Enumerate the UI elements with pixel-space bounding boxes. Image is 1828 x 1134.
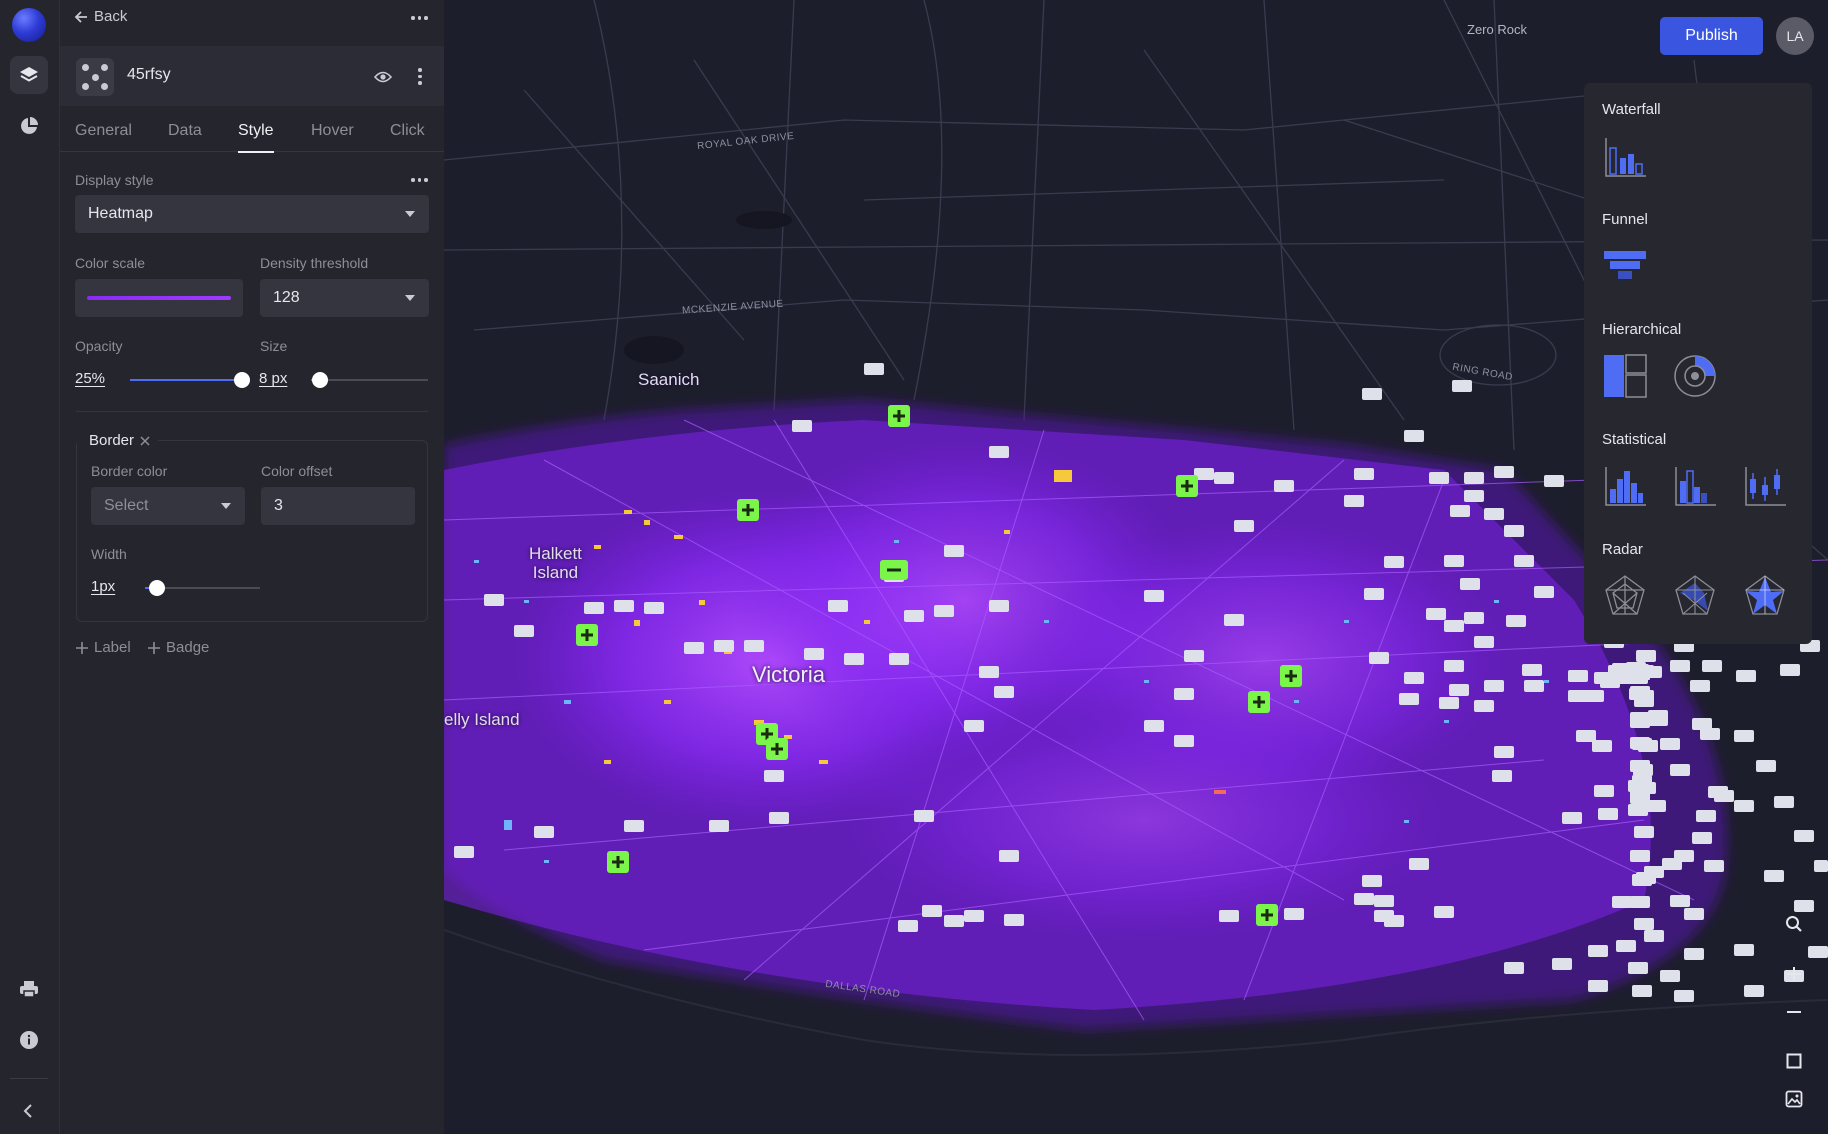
border-section: Border Border color Select Color offset …	[76, 432, 428, 622]
display-style-label: Display style	[75, 172, 154, 188]
width-slider-knob[interactable]	[148, 580, 165, 596]
border-color-select[interactable]: Select	[91, 487, 245, 525]
histogram-icon[interactable]	[1602, 463, 1648, 509]
opacity-value[interactable]: 25%	[75, 370, 105, 387]
color-scale-swatch	[87, 296, 231, 300]
radar-star-icon[interactable]	[1742, 573, 1788, 619]
zoom-out-icon[interactable]	[1775, 993, 1813, 1031]
display-style-more-icon[interactable]	[411, 178, 428, 182]
density-threshold-label: Density threshold	[260, 255, 369, 271]
close-icon[interactable]	[140, 435, 150, 446]
width-slider[interactable]	[145, 580, 260, 596]
color-scale-picker[interactable]	[75, 279, 243, 317]
add-label-text: Label	[94, 639, 131, 656]
size-slider-knob[interactable]	[312, 372, 329, 388]
left-rail	[0, 0, 60, 1134]
zoom-in-icon[interactable]	[1775, 955, 1813, 993]
layers-icon[interactable]	[10, 56, 48, 94]
layer-more-icon[interactable]	[418, 68, 422, 85]
info-icon[interactable]	[10, 1021, 48, 1059]
tab-data[interactable]: Data	[168, 122, 202, 140]
eye-icon[interactable]	[374, 70, 392, 84]
app-logo[interactable]	[12, 8, 46, 42]
chart-pie-icon[interactable]	[10, 107, 48, 145]
color-offset-input[interactable]: 3	[261, 487, 415, 525]
opacity-slider[interactable]	[130, 372, 250, 388]
color-offset-label: Color offset	[261, 463, 333, 479]
add-badge-button[interactable]: Badge	[148, 639, 209, 656]
tab-general[interactable]: General	[75, 122, 132, 140]
size-label: Size	[260, 338, 288, 354]
map-label-halkett-island: Halkett Island	[529, 544, 582, 582]
map-label-saanich: Saanich	[638, 370, 700, 389]
chart-group-statistical-title: Statistical	[1602, 431, 1667, 448]
color-offset-value: 3	[274, 497, 283, 514]
collapse-chevron-icon[interactable]	[10, 1092, 48, 1130]
distribution-icon[interactable]	[1672, 463, 1718, 509]
map-label-victoria: Victoria	[752, 662, 825, 687]
density-threshold-value: 128	[273, 289, 300, 306]
print-icon[interactable]	[10, 970, 48, 1008]
tab-style[interactable]: Style	[238, 122, 274, 153]
opacity-slider-knob[interactable]	[234, 372, 250, 388]
add-badge-text: Badge	[166, 639, 210, 656]
chart-type-panel: Waterfall Funnel Hierarchical Statistica…	[1584, 83, 1812, 644]
color-scale-label: Color scale	[75, 255, 146, 271]
image-export-icon[interactable]	[1775, 1080, 1813, 1118]
chevron-down-icon	[405, 295, 415, 301]
rail-divider	[10, 1078, 48, 1079]
opacity-label: Opacity	[75, 338, 123, 354]
border-color-value: Select	[104, 497, 149, 514]
layer-name: 45rfsy	[127, 66, 171, 83]
panel-more-icon[interactable]	[411, 16, 428, 20]
sunburst-icon[interactable]	[1672, 353, 1718, 399]
search-icon[interactable]	[1775, 905, 1813, 943]
chart-group-radar-title: Radar	[1602, 541, 1643, 558]
treemap-icon[interactable]	[1602, 353, 1648, 399]
opacity-slider-fill	[130, 379, 242, 381]
chevron-down-icon	[221, 503, 231, 509]
size-value[interactable]: 8 px	[259, 370, 287, 387]
display-style-value: Heatmap	[88, 205, 153, 222]
back-label: Back	[94, 8, 128, 25]
plus-icon	[148, 641, 160, 654]
map-label-zero-rock: Zero Rock	[1467, 22, 1527, 37]
plus-icon	[76, 641, 88, 654]
display-style-select[interactable]: Heatmap	[75, 195, 429, 233]
border-color-label: Border color	[91, 463, 168, 479]
arrow-left-icon	[74, 10, 87, 23]
tab-bar: General Data Style Hover Click	[60, 110, 444, 153]
waterfall-icon[interactable]	[1602, 134, 1648, 180]
funnel-icon[interactable]	[1602, 243, 1648, 289]
back-button[interactable]: Back	[74, 8, 127, 25]
layer-settings-panel: Back 45rfsy General Data Style Hover Cli…	[60, 0, 444, 1134]
section-divider	[76, 411, 428, 412]
border-section-header: Border	[77, 432, 159, 449]
radar-filled-icon[interactable]	[1672, 573, 1718, 619]
density-threshold-select[interactable]: 128	[260, 279, 429, 317]
chart-group-funnel-title: Funnel	[1602, 211, 1648, 228]
border-title: Border	[89, 432, 135, 449]
avatar[interactable]: LA	[1776, 17, 1814, 55]
publish-button[interactable]: Publish	[1660, 17, 1763, 55]
width-value[interactable]: 1px	[91, 578, 115, 595]
size-slider[interactable]	[311, 372, 428, 388]
width-label: Width	[91, 546, 127, 562]
box-plot-icon[interactable]	[1742, 463, 1788, 509]
layer-points-icon	[76, 58, 114, 96]
chart-group-waterfall-title: Waterfall	[1602, 101, 1661, 118]
chevron-down-icon	[405, 211, 415, 217]
map-label-kelly-island: elly Island	[444, 710, 520, 729]
layer-header: 45rfsy	[60, 46, 444, 106]
chart-group-hierarchical-title: Hierarchical	[1602, 321, 1682, 338]
tab-click[interactable]: Click	[390, 122, 425, 140]
radar-outline-icon[interactable]	[1602, 573, 1648, 619]
add-label-button[interactable]: Label	[76, 639, 131, 656]
tab-hover[interactable]: Hover	[311, 122, 354, 140]
fullscreen-icon[interactable]	[1775, 1042, 1813, 1080]
